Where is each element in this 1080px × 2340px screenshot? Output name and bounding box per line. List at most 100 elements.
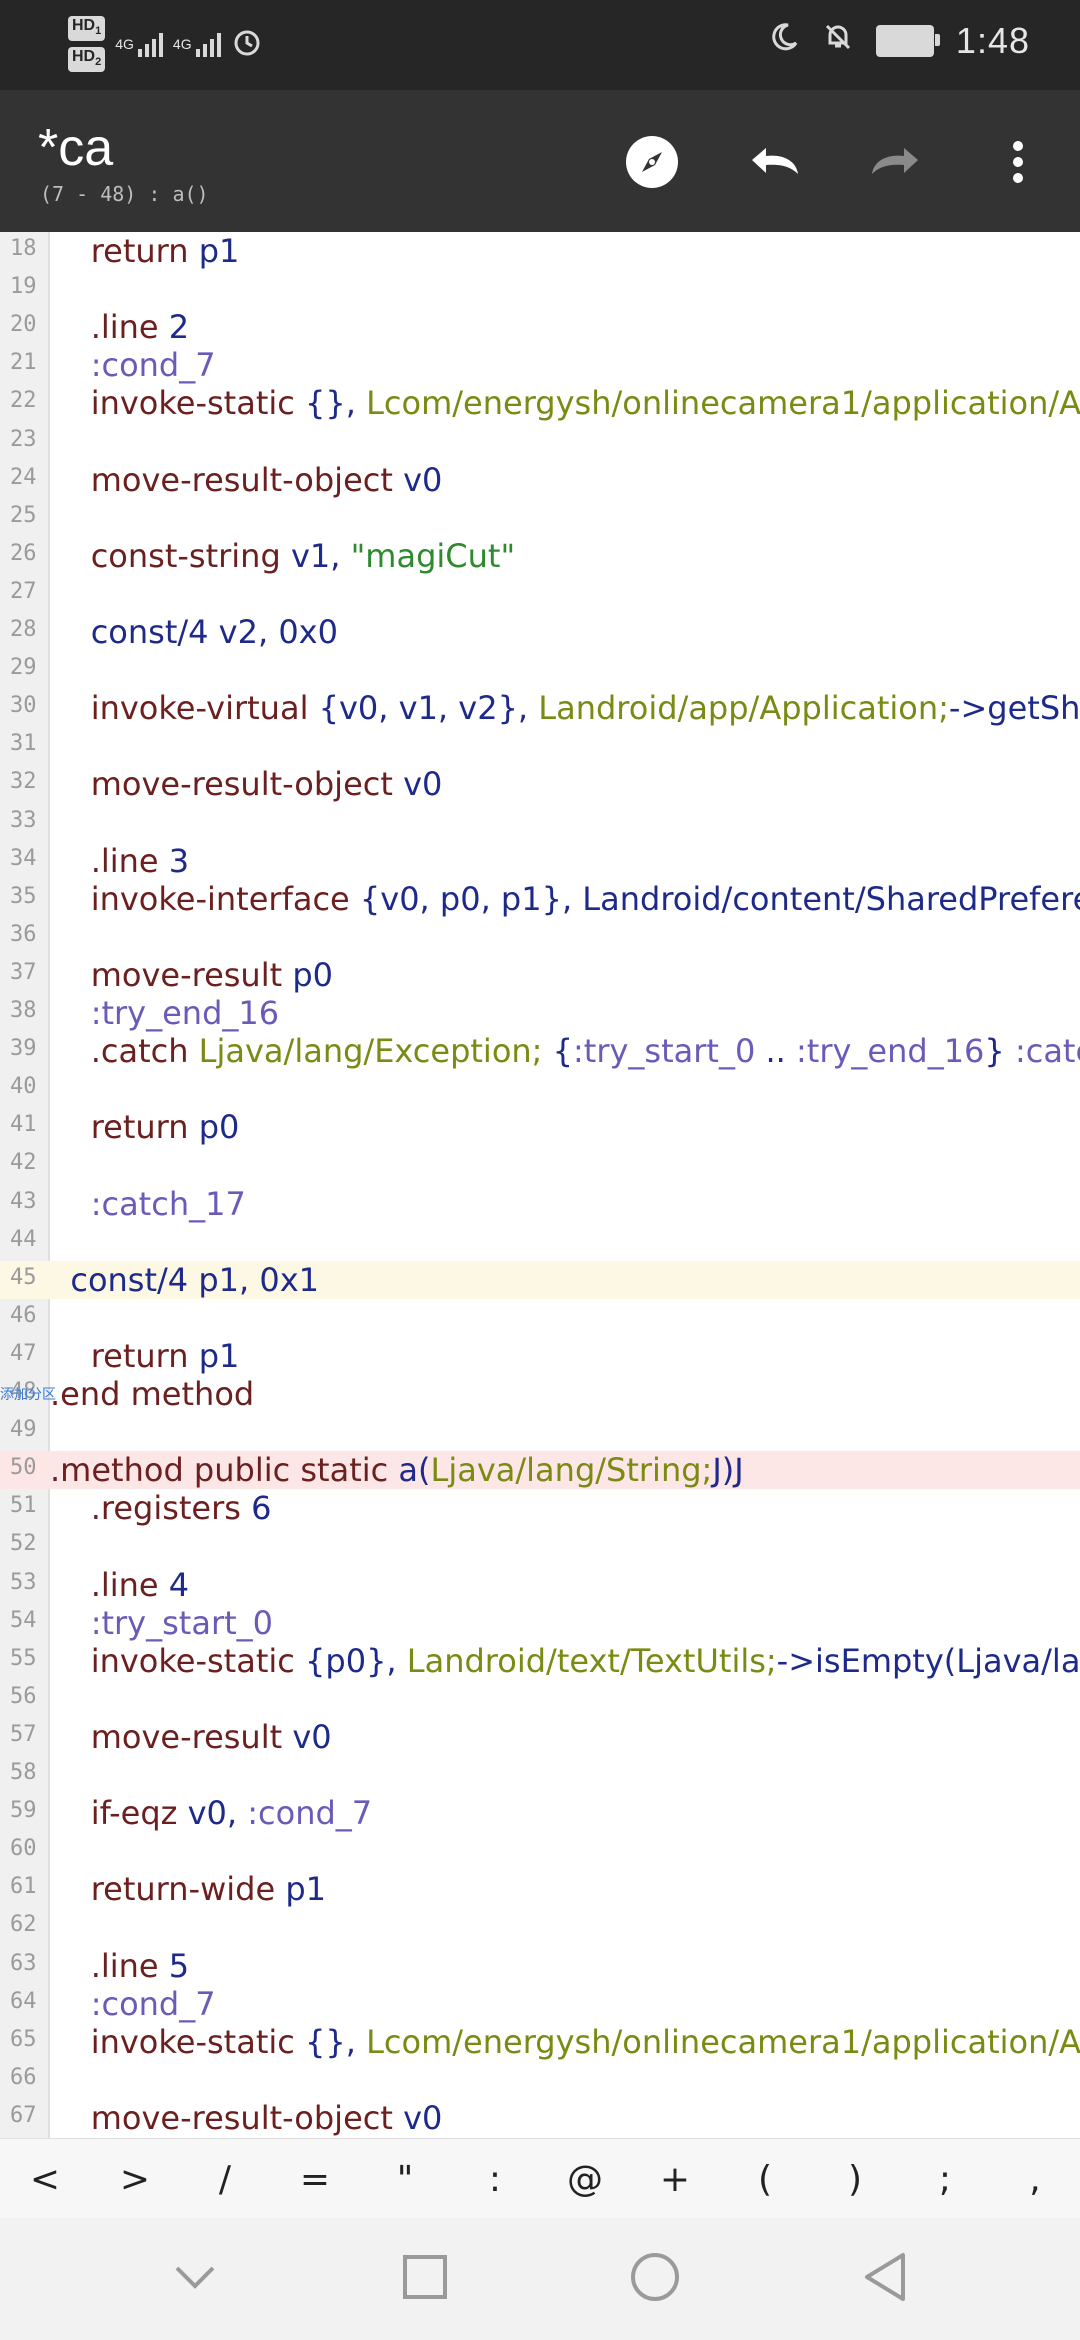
symbol-key[interactable]: = [275, 2159, 355, 2200]
compass-icon [624, 134, 680, 190]
code-line[interactable]: 57 move-result v0 [0, 1718, 1080, 1756]
recents-button[interactable] [385, 2239, 465, 2319]
code-line[interactable]: 21 :cond_7 [0, 346, 1080, 384]
code-line[interactable]: 45 const/4 p1, 0x1 [0, 1261, 1080, 1299]
code-text: move-result-object v0 [90, 461, 443, 499]
line-number: 31 [10, 731, 37, 756]
symbol-key[interactable]: , [995, 2159, 1075, 2200]
symbol-key[interactable]: @ [545, 2159, 625, 2200]
code-line[interactable]: 35 invoke-interface {v0, p0, p1}, Landro… [0, 880, 1080, 918]
home-icon [629, 2251, 681, 2307]
code-text: .registers 6 [90, 1489, 272, 1527]
back-chevron-icon [173, 2264, 217, 2294]
code-text: :try_start_0 [90, 1604, 273, 1642]
code-line[interactable]: 53 .line 4 [0, 1566, 1080, 1604]
symbol-key[interactable]: ) [815, 2159, 895, 2200]
line-number: 54 [10, 1608, 37, 1633]
code-line[interactable]: 20 .line 2 [0, 308, 1080, 346]
code-line[interactable]: 64 :cond_7 [0, 1985, 1080, 2023]
symbol-key[interactable]: > [95, 2159, 175, 2200]
signal-sim1: 4G [115, 31, 163, 58]
code-line[interactable]: 32 move-result-object v0 [0, 765, 1080, 803]
moon-icon [768, 21, 800, 62]
symbol-key[interactable]: : [455, 2159, 535, 2200]
code-line[interactable]: 58 [0, 1756, 1080, 1794]
code-line[interactable]: 63 .line 5 [0, 1947, 1080, 1985]
line-number: 21 [10, 350, 37, 375]
code-line[interactable]: 37 move-result p0 [0, 956, 1080, 994]
code-line[interactable]: 19 [0, 270, 1080, 308]
line-number: 64 [10, 1989, 37, 2014]
undo-button[interactable] [738, 126, 810, 198]
code-line[interactable]: 56 [0, 1680, 1080, 1718]
code-line[interactable]: 23 [0, 423, 1080, 461]
code-line[interactable]: 39 .catch Ljava/lang/Exception; {:try_st… [0, 1032, 1080, 1070]
code-text: .method public static a(Ljava/lang/Strin… [50, 1451, 744, 1489]
code-line[interactable]: 28 const/4 v2, 0x0 [0, 613, 1080, 651]
navigate-button[interactable] [616, 126, 688, 198]
app-bar: *ca (7 - 48) : a() [0, 90, 1080, 232]
line-number: 55 [10, 1646, 37, 1671]
code-line[interactable]: 33 [0, 804, 1080, 842]
code-line[interactable]: 54 :try_start_0 [0, 1604, 1080, 1642]
code-line[interactable]: 67 move-result-object v0 [0, 2099, 1080, 2137]
code-line[interactable]: 27 [0, 575, 1080, 613]
code-line[interactable]: 66 [0, 2061, 1080, 2099]
home-button[interactable] [615, 2239, 695, 2319]
code-line[interactable]: 42 [0, 1146, 1080, 1184]
code-line[interactable]: 31 [0, 727, 1080, 765]
code-line[interactable]: 40 [0, 1070, 1080, 1108]
code-line[interactable]: 38 :try_end_16 [0, 994, 1080, 1032]
symbol-key[interactable]: ; [905, 2159, 985, 2200]
line-number: 61 [10, 1874, 37, 1899]
code-text: invoke-interface {v0, p0, p1}, Landroid/… [90, 880, 1080, 918]
code-line[interactable]: 60 [0, 1832, 1080, 1870]
symbol-key[interactable]: " [365, 2159, 445, 2200]
line-number: 18 [10, 236, 37, 261]
line-number: 20 [10, 312, 37, 337]
code-text: .line 3 [90, 842, 190, 880]
symbol-key[interactable]: < [5, 2159, 85, 2200]
status-right: 1:48 [768, 20, 1030, 62]
code-line[interactable]: 24 move-result-object v0 [0, 461, 1080, 499]
more-options-button[interactable] [982, 126, 1054, 198]
code-line[interactable]: 30 invoke-virtual {v0, v1, v2}, Landroid… [0, 689, 1080, 727]
code-line[interactable]: 44 [0, 1223, 1080, 1261]
line-number: 32 [10, 769, 37, 794]
code-line[interactable]: 36 [0, 918, 1080, 956]
redo-icon [866, 142, 926, 182]
code-line[interactable]: 29 [0, 651, 1080, 689]
code-line[interactable]: 46 [0, 1299, 1080, 1337]
hide-keyboard-button[interactable] [155, 2239, 235, 2319]
line-number: 27 [10, 579, 37, 604]
code-line[interactable]: 50 .method public static a(Ljava/lang/Str… [0, 1451, 1080, 1489]
redo-button[interactable] [860, 126, 932, 198]
code-line[interactable]: 65 invoke-static {}, Lcom/energysh/onlin… [0, 2023, 1080, 2061]
back-button[interactable] [845, 2239, 925, 2319]
code-text: .catch Ljava/lang/Exception; {:try_start… [90, 1032, 1080, 1070]
code-line[interactable]: 51 .registers 6 [0, 1489, 1080, 1527]
code-line[interactable]: 43 :catch_17 [0, 1185, 1080, 1223]
code-text: move-result v0 [90, 1718, 332, 1756]
side-tag[interactable]: 添加分区 [0, 1384, 56, 1404]
code-line[interactable]: 55 invoke-static {p0}, Landroid/text/Tex… [0, 1642, 1080, 1680]
symbol-key[interactable]: / [185, 2159, 265, 2200]
code-editor[interactable]: 18 return p1 19 20 .line 2 21 :cond_7 22 inv… [0, 232, 1080, 2138]
symbol-key[interactable]: ( [725, 2159, 805, 2200]
code-line[interactable]: 61 return-wide p1 [0, 1870, 1080, 1908]
code-line[interactable]: 18 return p1 [0, 232, 1080, 270]
code-line[interactable]: 62 [0, 1908, 1080, 1946]
code-line[interactable]: 49 [0, 1413, 1080, 1451]
code-line[interactable]: 41 return p0 [0, 1108, 1080, 1146]
code-line[interactable]: 22 invoke-static {}, Lcom/energysh/onlin… [0, 384, 1080, 422]
code-line[interactable]: 52 [0, 1527, 1080, 1565]
code-line[interactable]: 34 .line 3 [0, 842, 1080, 880]
code-line[interactable]: 48 .end method [0, 1375, 1080, 1413]
code-line[interactable]: 25 [0, 499, 1080, 537]
line-number: 30 [10, 693, 37, 718]
symbol-key[interactable]: + [635, 2159, 715, 2200]
code-line[interactable]: 26 const-string v1, "magiCut" [0, 537, 1080, 575]
code-text: return-wide p1 [90, 1870, 326, 1908]
code-line[interactable]: 59 if-eqz v0, :cond_7 [0, 1794, 1080, 1832]
code-line[interactable]: 47 return p1 [0, 1337, 1080, 1375]
